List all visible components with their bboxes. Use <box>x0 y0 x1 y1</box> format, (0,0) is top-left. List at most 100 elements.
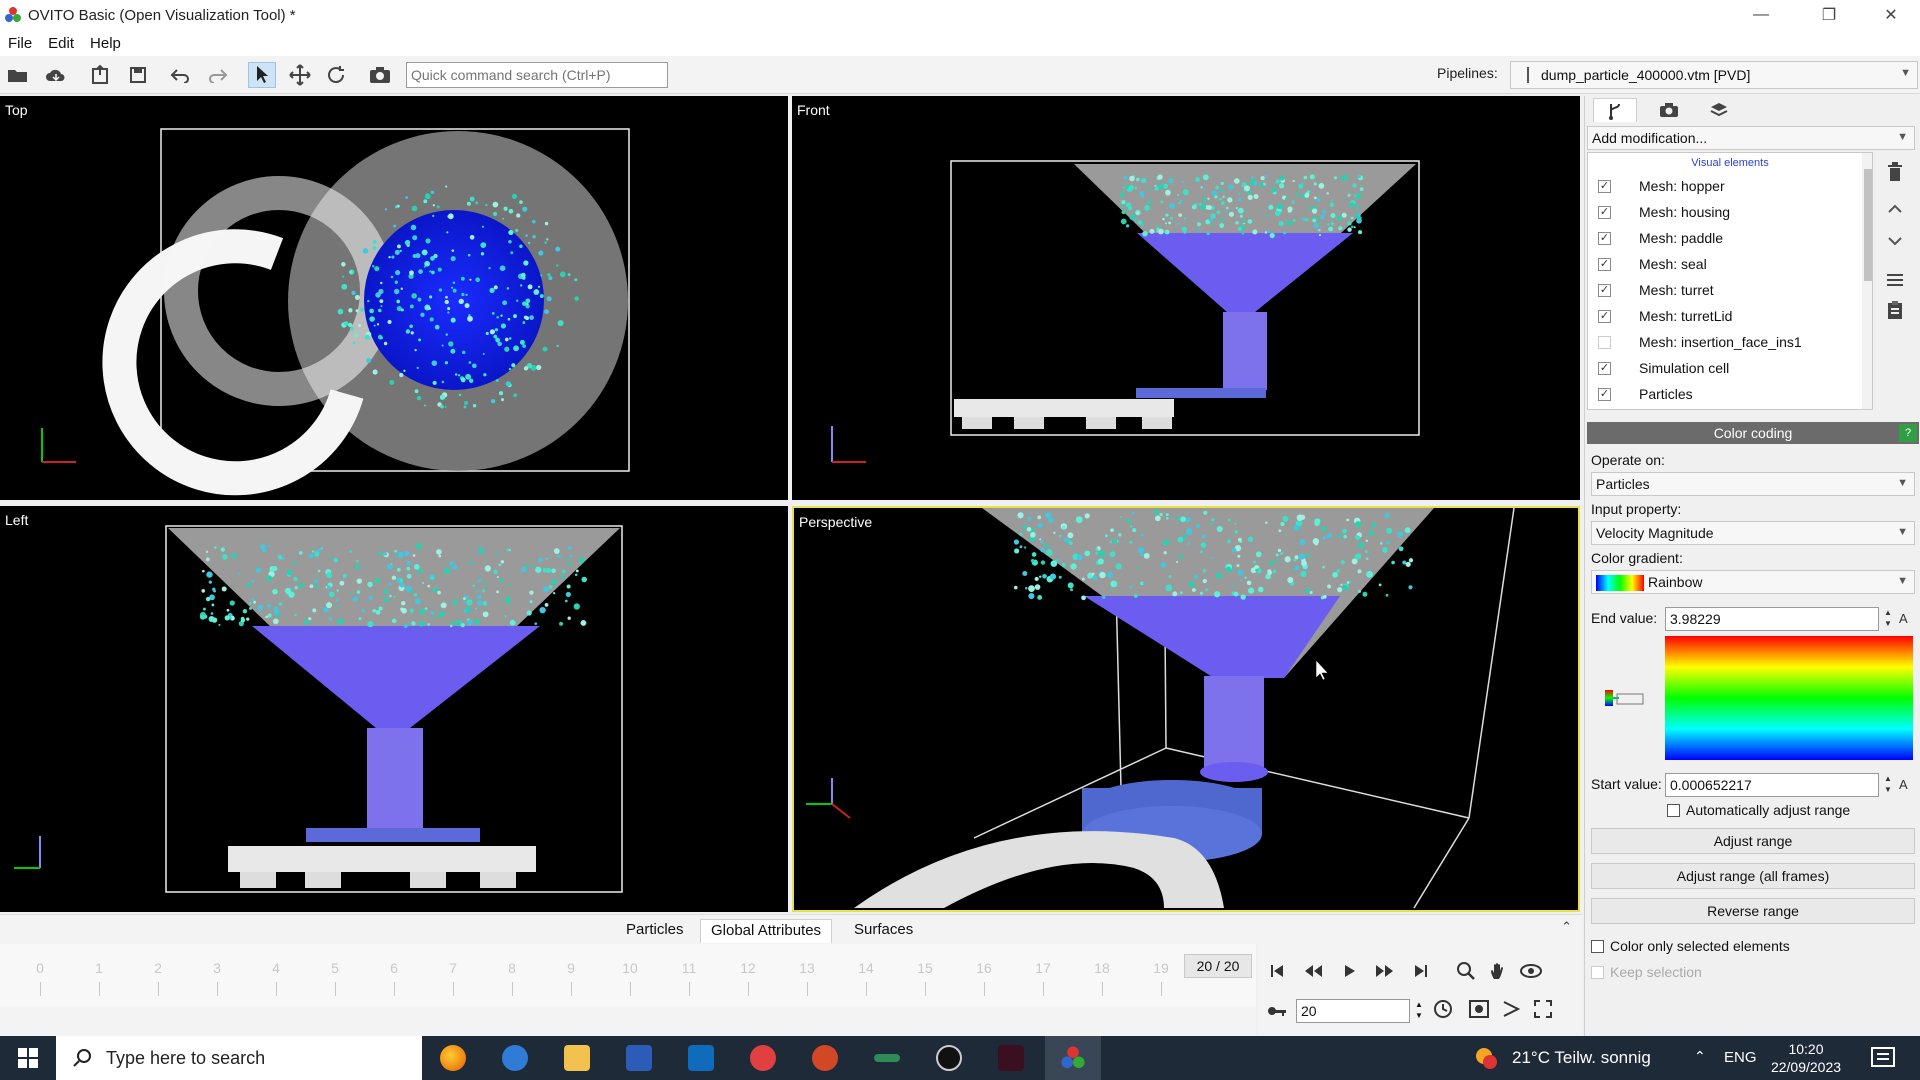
tab-global-attributes[interactable]: Global Attributes <box>700 919 833 943</box>
jump-to-start-icon[interactable] <box>1262 956 1292 986</box>
pan-move-icon[interactable] <box>286 62 314 88</box>
quick-command-search-input[interactable] <box>406 62 668 88</box>
close-icon[interactable]: ✕ <box>1862 0 1920 30</box>
visual-element-checkbox[interactable]: ✓ <box>1598 361 1611 375</box>
scrollbar-thumb[interactable] <box>1864 169 1872 281</box>
viewport-front[interactable]: Front <box>792 96 1580 500</box>
checkbox-box[interactable] <box>1591 965 1604 979</box>
key-icon[interactable] <box>1262 996 1292 1026</box>
viewport-top[interactable]: Top <box>0 96 788 500</box>
restore-icon[interactable]: ❐ <box>1800 0 1858 30</box>
pan-hand-icon[interactable] <box>1484 956 1514 986</box>
tab-particles[interactable]: Particles <box>616 919 694 943</box>
selection-mode-icon[interactable] <box>248 62 276 88</box>
checkbox-box[interactable] <box>1591 939 1604 953</box>
visual-element-checkbox[interactable]: ✓ <box>1598 257 1611 271</box>
color-legend-overlay-icon[interactable] <box>1603 686 1647 710</box>
app-icon[interactable] <box>735 1036 791 1080</box>
delete-trash-icon[interactable] <box>1881 158 1909 186</box>
animation-timeline[interactable]: 0 1 2 3 4 5 6 7 8 9 10 11 12 13 14 15 16 17 18 19 20 / 20 <box>0 944 1256 1006</box>
render-camera-icon[interactable] <box>366 62 394 88</box>
rotate-icon[interactable] <box>322 62 350 88</box>
visual-element-item[interactable]: Mesh: insertion_face_ins1 <box>1588 329 1872 355</box>
fov-icon[interactable] <box>1496 994 1526 1024</box>
visual-element-checkbox[interactable]: ✓ <box>1598 179 1611 193</box>
visual-element-item[interactable]: ✓ Mesh: housing <box>1588 199 1872 225</box>
frame-spinner-icon[interactable]: ▲ ▼ <box>1412 999 1426 1023</box>
windows-start-icon[interactable] <box>0 1036 56 1080</box>
powerpoint-icon[interactable] <box>797 1036 853 1080</box>
viewport-label[interactable]: Perspective <box>799 514 872 530</box>
visual-element-item[interactable]: ✓ Particles <box>1588 381 1872 407</box>
app-icon[interactable] <box>921 1036 977 1080</box>
redo-icon[interactable] <box>204 62 232 88</box>
input-property-select[interactable]: Velocity Magnitude ▼ <box>1591 521 1915 545</box>
outlook-icon[interactable] <box>673 1036 729 1080</box>
help-button[interactable]: ? <box>1899 424 1917 442</box>
auto-adjust-range-checkbox[interactable]: Automatically adjust range <box>1667 802 1850 818</box>
reverse-range-button[interactable]: Reverse range <box>1591 898 1915 924</box>
minimize-icon[interactable]: — <box>1732 0 1790 30</box>
file-explorer-icon[interactable] <box>549 1036 605 1080</box>
visual-element-checkbox[interactable]: ✓ <box>1598 283 1611 297</box>
cloud-load-icon[interactable] <box>42 62 70 88</box>
input-language[interactable]: ENG <box>1724 1049 1757 1066</box>
visual-element-checkbox[interactable]: ✓ <box>1598 387 1611 401</box>
app-icon[interactable] <box>983 1036 1039 1080</box>
list-scrollbar[interactable] <box>1862 153 1872 409</box>
word-icon[interactable] <box>611 1036 667 1080</box>
play-icon[interactable] <box>1334 956 1364 986</box>
visual-element-item[interactable]: ✓ Simulation cell <box>1588 355 1872 381</box>
keep-selection-checkbox[interactable]: Keep selection <box>1591 964 1702 980</box>
start-value-input[interactable]: 0.000652217 <box>1665 773 1879 797</box>
export-icon[interactable] <box>86 62 114 88</box>
pipeline-selector[interactable]: dump_particle_400000.vtm [PVD] ▼ <box>1510 61 1918 89</box>
clock-settings-icon[interactable] <box>1428 994 1458 1024</box>
viewport-left[interactable]: Left <box>0 506 788 912</box>
menu-edit[interactable]: Edit <box>48 35 74 52</box>
taskbar-clock[interactable]: 10:20 22/09/2023 <box>1766 1040 1846 1076</box>
chevron-up-icon[interactable]: ⌃ <box>1561 919 1572 935</box>
viewport-label[interactable]: Top <box>5 102 28 118</box>
visual-element-checkbox[interactable]: ✓ <box>1598 309 1611 323</box>
app-icon[interactable] <box>859 1036 915 1080</box>
current-frame-indicator[interactable]: 20 / 20 <box>1184 954 1252 978</box>
visual-element-checkbox[interactable]: ✓ <box>1598 205 1611 219</box>
color-gradient-select[interactable]: Rainbow ▼ <box>1591 570 1915 594</box>
orbit-eye-icon[interactable] <box>1516 956 1546 986</box>
visual-element-checkbox[interactable]: ✓ <box>1598 231 1611 245</box>
tab-surfaces[interactable]: Surfaces <box>844 919 923 943</box>
pipeline-tab-icon[interactable] <box>1593 98 1637 122</box>
start-value-spinner-icon[interactable]: ▲ ▼ <box>1881 773 1895 797</box>
undo-icon[interactable] <box>166 62 194 88</box>
end-value-spinner-icon[interactable]: ▲ ▼ <box>1881 607 1895 631</box>
save-session-icon[interactable] <box>124 62 152 88</box>
adjust-range-button[interactable]: Adjust range <box>1591 828 1915 854</box>
overlays-tab-icon[interactable] <box>1697 98 1741 122</box>
visual-element-item[interactable]: ✓ Mesh: paddle <box>1588 225 1872 251</box>
visual-element-item[interactable]: ✓ Mesh: hopper <box>1588 173 1872 199</box>
operate-on-select[interactable]: Particles ▼ <box>1591 472 1915 496</box>
adjust-range-all-frames-button[interactable]: Adjust range (all frames) <box>1591 863 1915 889</box>
step-forward-icon[interactable] <box>1370 956 1400 986</box>
open-file-icon[interactable] <box>4 62 32 88</box>
viewport-label[interactable]: Left <box>5 512 28 528</box>
pipeline-editor-list[interactable]: Visual elements ✓ Mesh: hopper ✓ Mesh: hous… <box>1587 152 1873 410</box>
notifications-icon[interactable] <box>1870 1046 1896 1070</box>
end-value-input[interactable]: 3.98229 <box>1665 607 1879 631</box>
step-backward-icon[interactable] <box>1298 956 1328 986</box>
move-up-icon[interactable] <box>1881 194 1909 222</box>
manage-list-icon[interactable] <box>1881 266 1909 294</box>
move-down-icon[interactable] <box>1881 228 1909 256</box>
clipboard-icon[interactable] <box>1881 296 1909 324</box>
firefox-icon[interactable] <box>425 1036 481 1080</box>
zoom-icon[interactable] <box>1451 956 1481 986</box>
current-frame-input[interactable]: 20 <box>1296 999 1410 1023</box>
chevron-up-icon[interactable]: ⌃ <box>1694 1048 1706 1065</box>
maximize-viewport-icon[interactable] <box>1528 994 1558 1024</box>
render-tab-icon[interactable] <box>1647 98 1691 122</box>
visual-element-item[interactable]: ✓ Mesh: turretLid <box>1588 303 1872 329</box>
taskbar-search-box[interactable]: Type here to search <box>56 1036 422 1080</box>
visual-element-item[interactable]: ✓ Mesh: turret <box>1588 277 1872 303</box>
menu-help[interactable]: Help <box>90 35 121 52</box>
